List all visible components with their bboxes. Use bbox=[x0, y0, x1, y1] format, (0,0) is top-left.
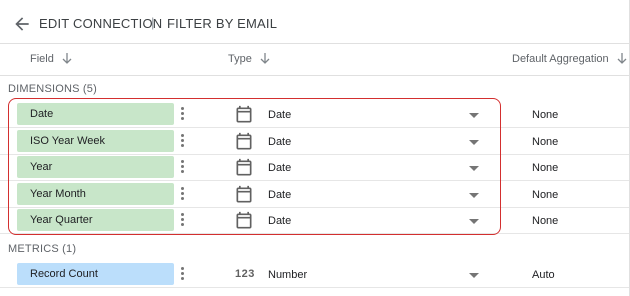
type-dropdown-arrow-icon[interactable] bbox=[468, 165, 480, 173]
more-vert-icon[interactable] bbox=[180, 107, 186, 123]
field-type-value: Date bbox=[268, 109, 292, 121]
field-row: ISO Year Week Date None bbox=[0, 128, 630, 155]
field-row: Year Quarter Date None bbox=[0, 207, 630, 235]
type-dropdown-arrow-icon[interactable] bbox=[468, 112, 480, 120]
more-vert-icon[interactable] bbox=[180, 160, 186, 176]
more-vert-icon[interactable] bbox=[180, 186, 186, 203]
field-column-header[interactable]: Field bbox=[30, 53, 72, 65]
aggregation-value[interactable]: None bbox=[532, 136, 558, 148]
calendar-icon bbox=[236, 105, 252, 123]
aggregation-value[interactable]: None bbox=[532, 215, 558, 227]
type-dropdown-arrow-icon[interactable] bbox=[468, 272, 480, 280]
aggregation-value[interactable]: Auto bbox=[532, 269, 555, 281]
field-type-value: Date bbox=[268, 188, 292, 201]
field-name-chip[interactable]: Year bbox=[17, 156, 174, 179]
sort-arrow-down-icon bbox=[617, 53, 627, 64]
calendar-icon bbox=[236, 212, 252, 229]
field-name-chip[interactable]: Record Count bbox=[17, 263, 174, 285]
sort-arrow-down-icon bbox=[62, 53, 72, 64]
column-header-row: Field Type Default Aggregation bbox=[0, 44, 630, 76]
breadcrumb-separator: | bbox=[151, 15, 155, 30]
type-dropdown-arrow-icon[interactable] bbox=[468, 218, 480, 226]
aggregation-value[interactable]: None bbox=[532, 189, 558, 201]
aggregation-value[interactable]: None bbox=[532, 109, 558, 121]
aggregation-value[interactable]: None bbox=[532, 162, 558, 174]
type-column-header[interactable]: Type bbox=[228, 53, 270, 65]
field-name-chip[interactable]: Date bbox=[17, 103, 174, 125]
back-arrow-icon[interactable] bbox=[12, 14, 32, 34]
field-type-value: Date bbox=[268, 162, 292, 175]
calendar-icon bbox=[236, 132, 252, 150]
more-vert-icon[interactable] bbox=[180, 133, 186, 150]
more-vert-icon[interactable] bbox=[180, 213, 186, 229]
field-row: Year Month Date None bbox=[0, 181, 630, 208]
field-name-chip[interactable]: Year Quarter bbox=[17, 209, 174, 232]
metrics-section-label: METRICS (1) bbox=[8, 243, 77, 255]
field-name-chip[interactable]: ISO Year Week bbox=[17, 129, 174, 152]
number-type-icon: 123 bbox=[235, 268, 255, 280]
calendar-icon bbox=[236, 185, 252, 203]
aggregation-column-header[interactable]: Default Aggregation bbox=[512, 53, 627, 65]
breadcrumb-filter-by-email: FILTER BY EMAIL bbox=[167, 16, 278, 31]
top-bar: EDIT CONNECTION | FILTER BY EMAIL bbox=[0, 0, 630, 44]
type-column-label: Type bbox=[228, 53, 252, 65]
field-column-label: Field bbox=[30, 53, 54, 65]
sort-arrow-down-icon bbox=[260, 53, 270, 64]
dimensions-section-label: DIMENSIONS (5) bbox=[8, 83, 97, 95]
more-vert-icon[interactable] bbox=[180, 267, 186, 283]
field-type-value: Date bbox=[268, 215, 292, 228]
field-name-chip[interactable]: Year Month bbox=[17, 182, 174, 205]
field-row: Date Date None bbox=[0, 101, 630, 128]
field-type-value: Date bbox=[268, 135, 292, 148]
type-dropdown-arrow-icon[interactable] bbox=[468, 192, 480, 200]
field-row: Year Date None bbox=[0, 154, 630, 182]
breadcrumb-edit-connection[interactable]: EDIT CONNECTION bbox=[39, 16, 162, 31]
calendar-icon bbox=[236, 159, 252, 176]
type-dropdown-arrow-icon[interactable] bbox=[468, 139, 480, 147]
field-row: Record Count 123 Number Auto bbox=[0, 261, 630, 288]
field-type-value: Number bbox=[268, 269, 308, 281]
aggregation-column-label: Default Aggregation bbox=[512, 53, 609, 65]
